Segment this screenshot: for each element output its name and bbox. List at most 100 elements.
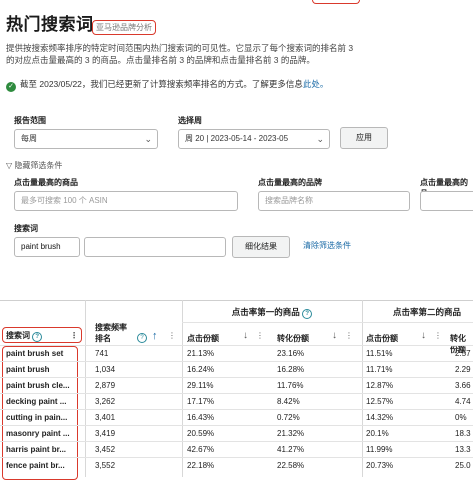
- row-divider: [0, 409, 473, 410]
- table-row-click2: 11.99%: [366, 445, 393, 454]
- table-row-term[interactable]: harris paint br...: [6, 445, 66, 454]
- top-product-input[interactable]: 最多可搜索 100 个 ASIN: [14, 191, 238, 211]
- row-divider: [0, 377, 473, 378]
- table-row-conv1: 22.58%: [277, 461, 305, 470]
- table-row-click2: 11.51%: [366, 349, 393, 358]
- hide-filters-toggle[interactable]: ▽ 隐藏筛选条件: [6, 160, 62, 171]
- more-options-icon[interactable]: ⋮: [168, 331, 176, 340]
- table-row-conv1: 8.42%: [277, 397, 300, 406]
- apply-button[interactable]: 应用: [340, 127, 388, 149]
- week-value: 周 20 | 2023-05-14 - 2023-05: [185, 134, 289, 143]
- table-row-term[interactable]: fence paint br...: [6, 461, 65, 470]
- row-divider: [0, 441, 473, 442]
- table-row-click2: 20.73%: [366, 461, 394, 470]
- table-row-rank: 1,034: [95, 365, 116, 374]
- table-row-conv1: 41.27%: [277, 445, 305, 454]
- col-term-label: 搜索词: [6, 331, 30, 340]
- group2-label: 点击率第二的商品: [392, 307, 461, 317]
- more-options-icon[interactable]: ⋮: [256, 331, 264, 340]
- more-options-icon[interactable]: ⋮: [345, 331, 353, 340]
- table-row-conv2: 18.3: [455, 429, 471, 438]
- col-header-conv-share[interactable]: 转化份额: [277, 333, 309, 344]
- week-select[interactable]: 周 20 | 2023-05-14 - 2023-05 ⌄: [178, 129, 330, 149]
- update-notice: ✓ 截至 2023/05/22，我们已经更新了计算搜索频率排名的方式。了解更多信息…: [6, 78, 328, 92]
- table-row-click2: 12.87%: [366, 381, 394, 390]
- search-term-input-extension[interactable]: [84, 237, 226, 257]
- col-rank-line1: 搜索频率: [95, 323, 127, 332]
- table-row-term[interactable]: decking paint ...: [6, 397, 66, 406]
- table-row-rank: 3,452: [95, 445, 116, 454]
- week-label: 选择周: [178, 116, 202, 125]
- more-options-icon[interactable]: ⋮: [70, 328, 78, 344]
- table-row-click1: 29.11%: [187, 381, 214, 390]
- table-row-conv1: 16.28%: [277, 365, 305, 374]
- row-divider: [0, 425, 473, 426]
- table-row-conv1: 0.72%: [277, 413, 300, 422]
- table-row-term[interactable]: paint brush set: [6, 349, 63, 358]
- table-row-term[interactable]: cutting in pain...: [6, 413, 67, 422]
- table-row-rank: 3,401: [95, 413, 116, 422]
- group-header-top1: 点击率第一的商品 ?: [182, 306, 362, 319]
- table-row-rank: 3,419: [95, 429, 116, 438]
- chevron-down-icon: ⌄: [144, 134, 152, 144]
- table-row-conv2: 13.3: [455, 445, 471, 454]
- group-header-divider: [182, 322, 473, 323]
- column-divider: [182, 300, 183, 477]
- sort-ascending-icon[interactable]: ↑: [152, 330, 158, 342]
- group1-label: 点击率第一的商品: [231, 307, 300, 317]
- report-range-select[interactable]: 每周 ⌄: [14, 129, 158, 149]
- row-divider: [0, 457, 473, 458]
- chevron-down-icon: ⌄: [316, 134, 324, 144]
- help-icon[interactable]: ?: [32, 332, 43, 342]
- more-options-icon[interactable]: ⋮: [434, 331, 442, 340]
- page-title: 热门搜索词: [6, 15, 94, 34]
- table-row-conv2: 2.29: [455, 365, 471, 374]
- sort-descending-icon[interactable]: ↓: [243, 330, 248, 341]
- brand-analytics-link[interactable]: 亚马逊品牌分析: [92, 20, 156, 35]
- top-highlight-marker: [312, 0, 360, 4]
- col-header-rank[interactable]: 搜索频率 排名: [95, 322, 127, 344]
- top-category-input[interactable]: [420, 191, 473, 211]
- table-row-conv2: 3.66: [455, 381, 471, 390]
- notice-link[interactable]: 此处。: [303, 79, 329, 89]
- hide-filters-label: 隐藏筛选条件: [14, 161, 63, 170]
- table-row-click1: 16.24%: [187, 365, 215, 374]
- table-row-click1: 16.43%: [187, 413, 215, 422]
- table-row-rank: 741: [95, 349, 109, 358]
- search-term-input[interactable]: paint brush: [14, 237, 80, 257]
- check-circle-icon: ✓: [6, 82, 16, 92]
- top-product-label: 点击量最高的商品: [14, 178, 78, 187]
- table-top-border: [0, 300, 473, 301]
- table-row-term[interactable]: paint brush cle...: [6, 381, 70, 390]
- report-range-label: 报告范围: [14, 116, 46, 125]
- table-row-term[interactable]: paint brush: [6, 365, 50, 374]
- help-icon[interactable]: ?: [137, 333, 147, 343]
- sort-descending-icon[interactable]: ↓: [332, 330, 337, 341]
- refine-results-button[interactable]: 细化结果: [232, 236, 290, 258]
- col-header-click-share[interactable]: 点击份额: [187, 333, 219, 344]
- description-line-1: 提供按搜索频率排序的特定时间范围内热门搜索词的可见性。它显示了每个搜索词的排名前…: [6, 43, 354, 53]
- table-row-click1: 20.59%: [187, 429, 215, 438]
- sort-descending-icon[interactable]: ↓: [421, 330, 426, 341]
- table-row-click2: 14.32%: [366, 413, 394, 422]
- col-header-search-term[interactable]: 搜索词 ? ⋮: [2, 327, 82, 343]
- col-header-click-share-2[interactable]: 点击份额: [366, 333, 398, 344]
- row-divider: [0, 361, 473, 362]
- group-header-top2: 点击率第二的商品: [362, 306, 473, 318]
- table-row-conv2: 25.0: [455, 461, 471, 470]
- table-row-click1: 42.67%: [187, 445, 215, 454]
- table-row-click2: 20.1%: [366, 429, 389, 438]
- search-term-label: 搜索词: [14, 224, 38, 233]
- top-brand-input[interactable]: 搜索品牌名称: [258, 191, 410, 211]
- table-row-click2: 11.71%: [366, 365, 393, 374]
- help-icon[interactable]: ?: [302, 309, 313, 319]
- table-row-conv1: 23.16%: [277, 349, 305, 358]
- table-row-term[interactable]: masonry paint ...: [6, 429, 70, 438]
- clear-filters-link[interactable]: 清除筛选条件: [303, 240, 351, 251]
- table-row-click1: 17.17%: [187, 397, 215, 406]
- column-divider: [85, 300, 86, 477]
- table-row-rank: 3,262: [95, 397, 116, 406]
- table-row-click1: 22.18%: [187, 461, 215, 470]
- description-line-2: 的对应点击量最高的 3 的商品。点击量排名前 3 的品牌和点击量排名前 3 的品…: [6, 55, 315, 65]
- page-description: 提供按搜索频率排序的特定时间范围内热门搜索词的可见性。它显示了每个搜索词的排名前…: [6, 42, 436, 66]
